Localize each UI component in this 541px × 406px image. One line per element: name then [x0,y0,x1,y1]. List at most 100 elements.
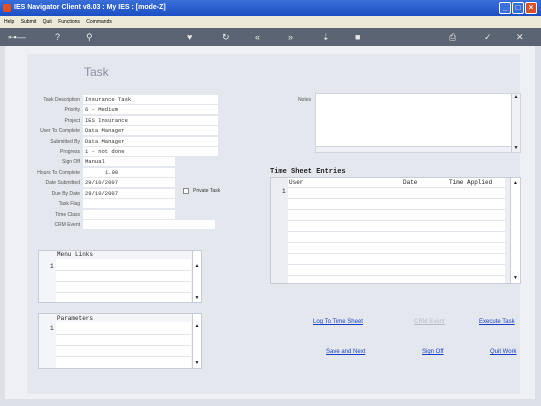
column-time-applied[interactable]: Time Applied [449,179,492,186]
key-icon[interactable]: ⊶— [8,30,26,44]
row-divider [288,264,505,265]
row-divider [288,209,505,210]
priority-field[interactable]: 6 - Medium [83,105,218,114]
scroll-down-icon[interactable]: ▼ [511,275,520,281]
hours-to-complete-field[interactable]: 1.00 [83,168,175,177]
search-icon[interactable]: ⚲ [86,30,93,44]
notes-hscrollbar[interactable] [316,146,511,152]
back-icon[interactable]: « [255,30,260,44]
parameters-scrollbar[interactable]: ▲ ▼ [192,314,201,368]
submitted-by-field[interactable]: Data Manager [83,137,218,146]
maximize-button[interactable]: □ [512,2,524,14]
scroll-up-icon[interactable]: ▲ [193,263,201,269]
user-to-complete-field[interactable]: Data Manager [83,126,218,135]
forward-icon[interactable]: » [288,30,293,44]
row-divider [288,187,505,188]
scroll-up-icon[interactable]: ▲ [193,323,201,329]
parameters-title: Parameters [57,315,94,322]
close-button[interactable]: × [525,2,537,14]
row-divider [288,275,505,276]
project-field[interactable]: IES Insurance [83,116,218,125]
time-class-field[interactable] [83,210,175,219]
log-to-timesheet-button[interactable]: Log To Time Sheet [313,319,363,325]
sign-off-button[interactable]: Sign Off [422,349,444,355]
row-divider [56,345,191,346]
row-divider [288,220,505,221]
ok-icon[interactable]: ✓ [484,30,492,44]
row-divider [56,281,191,282]
timesheet-scrollbar[interactable]: ▲ ▼ [510,178,520,283]
time-class-label: Time Class [55,212,80,218]
menu-bar: Help Submit Quit Functions Commands [0,16,541,28]
refresh-icon[interactable]: ↻ [222,30,230,44]
timesheet-title: Time Sheet Entries [270,168,346,176]
task-description-label: Task Description [43,97,80,103]
menu-links-row-number: 1 [50,263,54,270]
task-description-field[interactable]: Insurance Task [83,95,218,104]
scroll-down-icon[interactable]: ▼ [512,145,520,151]
progress-label: Progress [59,149,80,155]
scroll-up-icon[interactable]: ▲ [512,94,520,100]
due-by-date-label: Due By Date [51,191,80,197]
crm-event-field[interactable] [83,220,215,229]
task-flag-field[interactable] [83,199,175,208]
menu-links-scrollbar[interactable]: ▲ ▼ [192,251,201,302]
private-task-checkbox[interactable] [183,188,189,194]
menu-help[interactable]: Help [4,19,14,25]
row-divider [288,253,505,254]
app-icon [3,4,11,12]
priority-label: Priority [64,107,80,113]
row-divider [288,231,505,232]
cancel-icon[interactable]: ✕ [516,30,524,44]
date-submitted-field[interactable]: 29/10/2007 [83,178,175,187]
row-divider [56,356,191,357]
project-label: Project [64,118,80,124]
notes-label: Notes [297,97,311,103]
sign-off-field[interactable]: Manual [83,157,175,166]
date-submitted-label: Date Submitted [45,180,80,186]
pin-icon[interactable]: ⇣ [322,30,330,44]
sign-off-label: Sign Off [62,159,80,165]
column-date[interactable]: Date [403,179,417,186]
row-divider [288,198,505,199]
window-title: IES Navigator Client v8.03 : My IES : [m… [14,4,166,11]
menu-submit[interactable]: Submit [21,19,37,25]
stop-icon[interactable]: ■ [355,30,360,44]
scroll-up-icon[interactable]: ▲ [511,180,520,186]
notes-scrollbar[interactable]: ▲ ▼ [511,94,520,152]
column-user[interactable]: User [289,179,303,186]
row-divider [56,270,191,271]
menu-functions[interactable]: Functions [58,19,80,25]
parameters-row-number: 1 [50,325,54,332]
task-flag-label: Task Flag [58,201,80,207]
minimize-button[interactable]: _ [499,2,511,14]
window-titlebar: IES Navigator Client v8.03 : My IES : [m… [0,0,541,16]
bottom-frame [0,399,541,406]
crm-event-button[interactable]: CRM Event [414,319,445,325]
scroll-down-icon[interactable]: ▼ [193,295,201,301]
save-and-next-button[interactable]: Save and Next [326,349,365,355]
timesheet-row-number: 1 [282,188,286,195]
row-divider [288,242,505,243]
print-icon[interactable]: ⎙ [449,30,456,44]
toolbar: ⊶— ? ⚲ ♥ ↻ « » ⇣ ■ ⎙ ✓ ✕ [0,28,541,46]
notes-textarea[interactable]: ▲ ▼ [315,93,521,153]
row-divider [56,292,191,293]
page-title: Task [84,65,109,79]
menu-links-grid[interactable]: Menu Links 1 ▲ ▼ [38,250,202,303]
menu-commands[interactable]: Commands [86,19,112,25]
timesheet-grid[interactable]: User Date Time Applied 1 ▲ ▼ [270,177,521,284]
due-by-date-field[interactable]: 29/10/2007 [83,189,175,198]
parameters-grid[interactable]: Parameters 1 ▲ ▼ [38,313,202,369]
quit-work-button[interactable]: Quit Work [490,349,517,355]
user-to-complete-label: User To Complete [40,128,80,134]
private-task-label: Private Task [193,188,221,194]
favorite-icon[interactable]: ♥ [187,30,192,44]
submitted-by-label: Submitted By [50,139,80,145]
progress-field[interactable]: 1 - not done [83,147,218,156]
menu-quit[interactable]: Quit [43,19,52,25]
scroll-down-icon[interactable]: ▼ [193,360,201,366]
help-icon[interactable]: ? [55,30,60,44]
menu-links-title: Menu Links [57,251,94,258]
execute-task-button[interactable]: Execute Task [479,319,515,325]
